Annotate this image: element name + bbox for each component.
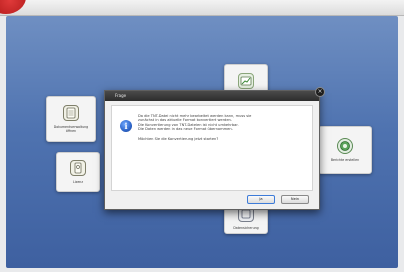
tile-license[interactable]: Lizenz [56,152,100,192]
top-toolbar-strip [0,0,404,16]
backup-icon [337,138,353,154]
document-icon [63,105,79,121]
tile-document-management[interactable]: Dokumentverwaltung öffnen [46,96,96,142]
tile-license-label: Lizenz [73,180,83,184]
license-icon [70,160,86,176]
close-icon[interactable]: × [315,87,325,97]
message-line: Die Daten werden in das neue Format über… [138,127,233,132]
tile-reports[interactable]: Berichte erstellen [318,126,372,174]
dialog-question: Möchten Sie die Konvertierung jetzt star… [138,136,219,141]
info-icon: i [120,120,132,132]
dialog-titlebar[interactable]: Frage × [105,87,325,101]
tile-backup-label: Datensicherung [233,226,259,230]
confirm-dialog: Frage × i Da die TNT-Datei nicht mehr be… [104,87,325,210]
dialog-body: i Da die TNT-Datei nicht mehr bearbeitet… [111,105,313,191]
yes-button[interactable]: Ja [247,195,275,204]
dialog-message: Da die TNT-Datei nicht mehr bearbeitet w… [138,114,306,141]
dialog-title: Frage [115,93,127,98]
tile-reports-label: Berichte erstellen [330,158,360,162]
tile-document-management-label: Dokumentverwaltung öffnen [53,125,89,133]
chart-icon [238,73,254,89]
no-button[interactable]: Nein [281,195,309,204]
